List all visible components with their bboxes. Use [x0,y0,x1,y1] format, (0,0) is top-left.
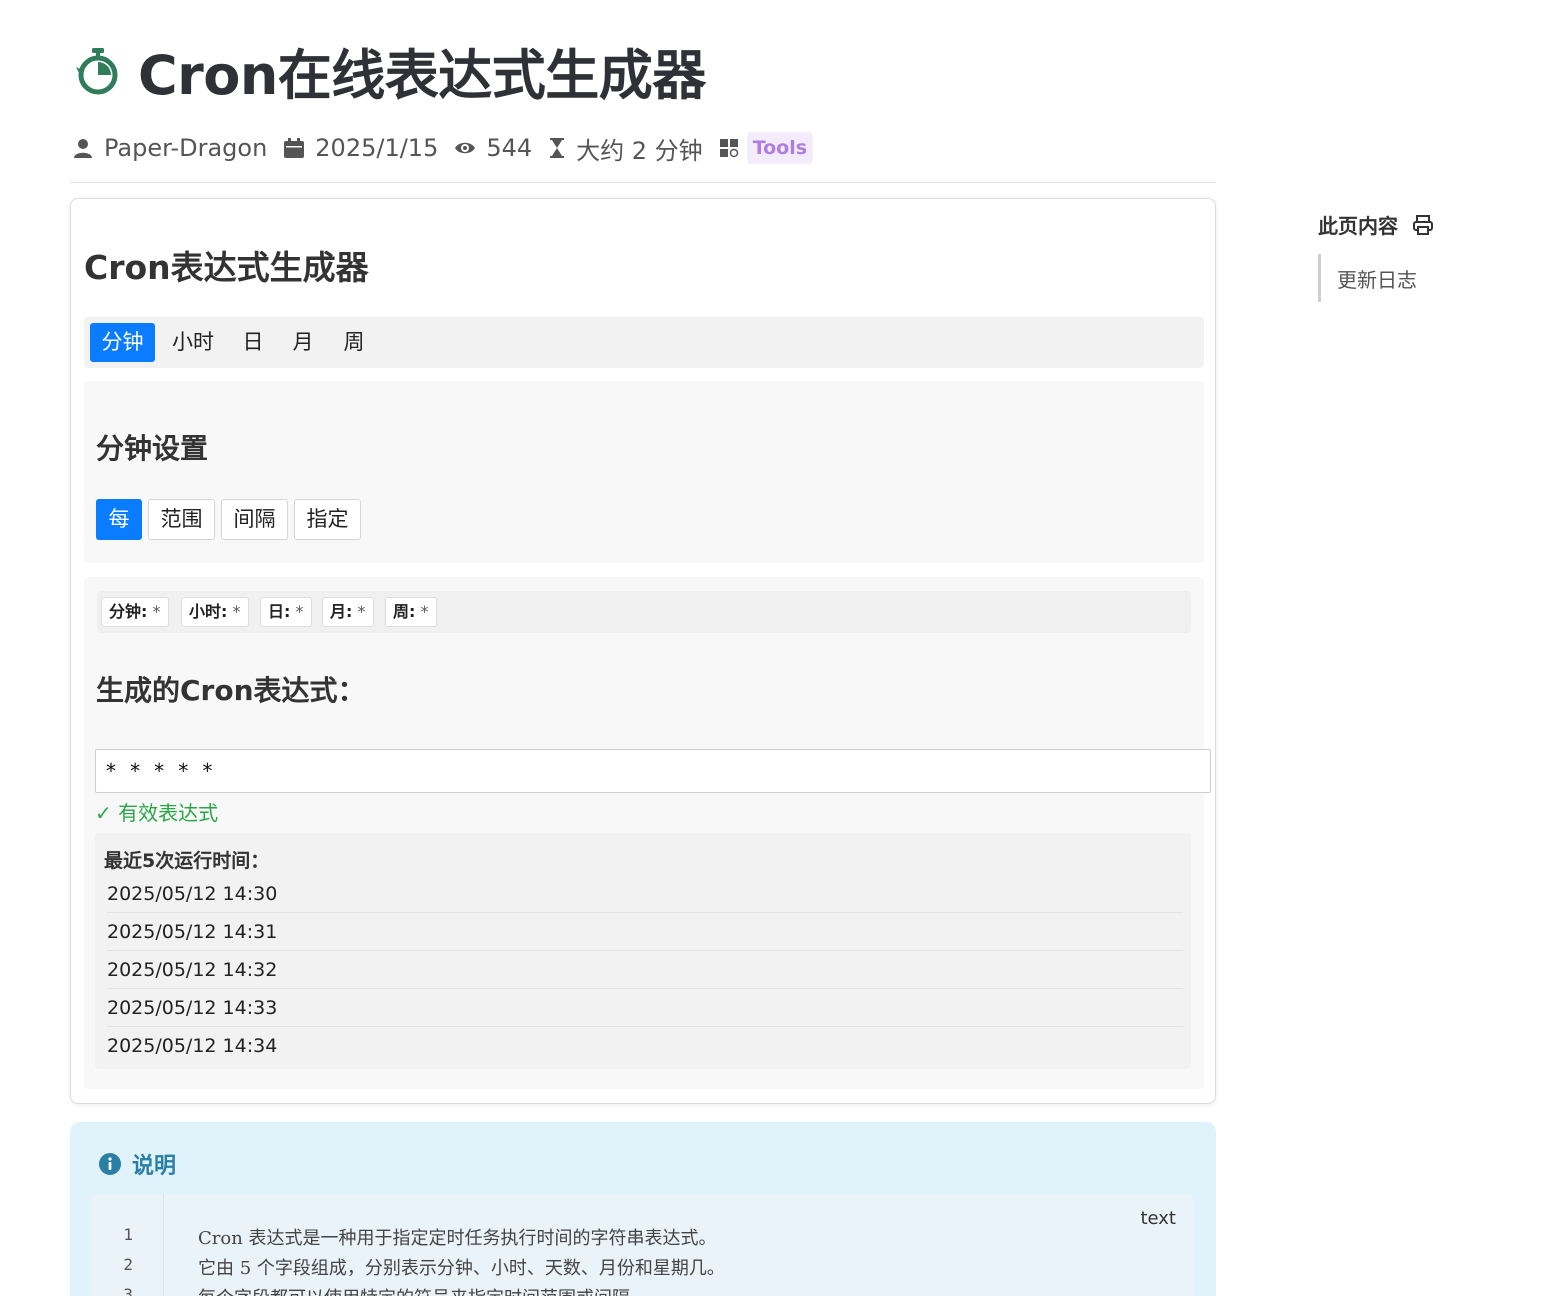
code-language-label: text [1140,1208,1176,1229]
author-meta[interactable]: Paper-Dragon [72,134,267,162]
stopwatch-icon [76,48,118,95]
read-time: 大约 2 分钟 [576,136,703,165]
line-number-gutter: 1 2 3 [90,1194,164,1296]
category-icon [719,139,738,158]
mode-every-button[interactable]: 每 [96,499,142,540]
field-chip-week: 周: * [385,597,437,627]
view-count: 544 [486,134,533,162]
mode-interval-button[interactable]: 间隔 [221,499,288,540]
note-header: 说明 [98,1148,176,1180]
meta-divider [70,182,1216,183]
mode-range-button[interactable]: 范围 [148,499,215,540]
runs-heading: 最近5次运行时间： [104,850,270,872]
field-summary: 分钟: * 小时: * 日: * 月: * 周: * [97,591,1191,633]
category-tag[interactable]: Tools [746,132,814,164]
publish-date: 2025/1/15 [315,134,439,162]
tab-week[interactable]: 周 [332,323,376,362]
run-time-row: 2025/05/12 14:33 [107,989,1183,1027]
validity-status: ✓ 有效表达式 [95,801,219,825]
toc-item-changelog[interactable]: 更新日志 [1337,264,1417,293]
date-meta: 2025/1/15 [283,134,438,162]
line-number: 1 [123,1225,133,1244]
tab-day[interactable]: 日 [232,323,274,362]
author-name: Paper-Dragon [104,134,268,162]
code-line: 它由 5 个字段组成，分别表示分钟、小时、天数、月份和星期几。 [198,1258,725,1279]
note-title: 说明 [132,1154,177,1179]
calendar-icon [284,138,305,158]
field-chip-minute: 分钟: * [101,597,169,627]
toc-heading: 此页内容 [1318,214,1398,238]
tab-hour[interactable]: 小时 [162,323,224,362]
cron-generator-card: Cron表达式生成器 分钟 小时 日 月 周 分钟设置 每 范围 间隔 指定 分… [70,198,1216,1104]
page-toc: 此页内容 更新日志 [1318,210,1434,302]
run-time-row: 2025/05/12 14:31 [107,913,1183,951]
minute-settings-panel: 分钟设置 每 范围 间隔 指定 [84,381,1204,563]
field-chip-hour: 小时: * [181,597,249,627]
tab-minute[interactable]: 分钟 [90,323,155,362]
info-icon [99,1153,121,1175]
result-panel: 分钟: * 小时: * 日: * 月: * 周: * 生成的Cron表达式： *… [84,577,1211,1089]
tab-month[interactable]: 月 [282,323,324,362]
toc-header: 此页内容 [1318,210,1434,239]
field-chip-month: 月: * [322,597,374,627]
unit-tabs: 分钟 小时 日 月 周 [84,317,1204,368]
line-number: 2 [123,1255,133,1274]
views-meta: 544 [454,134,532,162]
page-title: Cron在线表达式生成器 [72,34,706,107]
page-heading: Cron在线表达式生成器 [138,43,706,107]
line-number: 3 [123,1285,133,1296]
toc-list: 更新日志 [1318,254,1498,302]
cron-expression-output[interactable]: * * * * * [95,749,1211,793]
run-time-row: 2025/05/12 14:32 [107,951,1183,989]
info-note: 说明 1 2 3 Cron 表达式是一种用于指定定时任务执行时间的字符串表达式。… [70,1122,1216,1296]
next-runs-box: 最近5次运行时间： 2025/05/12 14:30 2025/05/12 14… [95,833,1191,1069]
code-line: Cron 表达式是一种用于指定定时任务执行时间的字符串表达式。 [198,1228,717,1249]
run-time-row: 2025/05/12 14:30 [107,875,1183,913]
generator-title: Cron表达式生成器 [84,248,369,287]
code-line: 每个字段都可以使用特定的符号来指定时间范围或间隔。 [198,1284,648,1296]
result-heading: 生成的Cron表达式： [96,674,366,707]
mode-specific-button[interactable]: 指定 [294,499,361,540]
user-icon [74,139,92,158]
read-time-meta: 大约 2 分钟 [548,131,703,166]
eye-icon [455,142,476,154]
category-meta: Tools [719,132,814,164]
code-block[interactable]: 1 2 3 Cron 表达式是一种用于指定定时任务执行时间的字符串表达式。 它由… [90,1194,1194,1296]
run-time-row: 2025/05/12 14:34 [107,1035,278,1057]
field-chip-day: 日: * [260,597,312,627]
article-meta: Paper-Dragon 2025/1/15 544 大约 2 分钟 Tools [72,128,829,168]
hourglass-icon [550,138,565,158]
settings-heading: 分钟设置 [96,432,209,465]
print-icon[interactable] [1412,214,1434,236]
